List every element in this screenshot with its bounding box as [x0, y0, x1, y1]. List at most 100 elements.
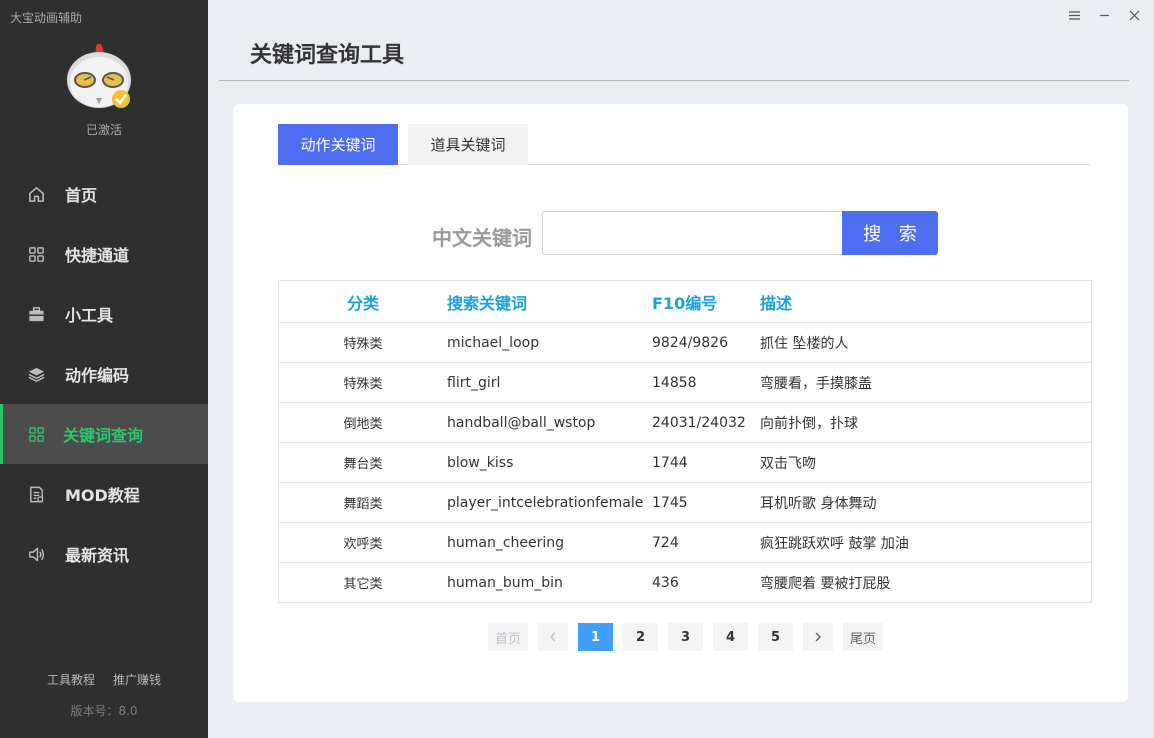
- cell-f10-code: 24031/24032: [652, 414, 746, 431]
- cell-category: 特殊类: [343, 377, 383, 392]
- cell-keyword: human_bum_bin: [447, 574, 563, 591]
- cell-f10-code: 724: [652, 534, 679, 551]
- speaker-icon: [26, 544, 46, 564]
- cell-description: 抓住 坠楼的人: [760, 335, 849, 352]
- cell-keyword: blow_kiss: [447, 454, 514, 471]
- cell-description: 疯狂跳跃欢呼 鼓掌 加油: [760, 535, 909, 552]
- tab-prop-keywords[interactable]: 道具关键词: [408, 124, 528, 165]
- cell-description: 耳机听歌 身体舞动: [760, 495, 877, 512]
- column-header-category: 分类: [346, 293, 379, 313]
- next-page-button[interactable]: [803, 623, 833, 651]
- sidebar-nav: 首页 快捷通道 小工具 动作编码 关键词查询 MOD教程 最新资讯: [0, 164, 208, 584]
- cell-description: 弯腰看，手摸膝盖: [760, 375, 872, 392]
- cell-description: 双击飞吻: [760, 455, 816, 472]
- sidebar-item-label: 动作编码: [65, 366, 130, 385]
- tool-tutorial-link[interactable]: 工具教程: [47, 671, 95, 688]
- minimize-button[interactable]: [1094, 6, 1114, 24]
- cell-keyword: human_cheering: [447, 534, 565, 551]
- chevron-right-icon: [815, 632, 821, 642]
- grid-icon: [26, 244, 46, 264]
- sidebar-item-label: MOD教程: [65, 486, 140, 505]
- cell-category: 倒地类: [343, 417, 383, 432]
- page-button[interactable]: 4: [713, 623, 748, 651]
- table-row[interactable]: 特殊类 michael_loop 9824/9826 抓住 坠楼的人: [279, 322, 1091, 362]
- cell-f10-code: 14858: [652, 374, 697, 391]
- toolbox-icon: [26, 304, 46, 324]
- layers-icon: [26, 364, 46, 384]
- search-input[interactable]: [542, 211, 844, 255]
- first-page-button[interactable]: 首页: [488, 623, 528, 651]
- minimize-icon: [1099, 14, 1109, 16]
- sidebar-item-label: 首页: [65, 186, 98, 205]
- sidebar-item-shortcuts[interactable]: 快捷通道: [0, 224, 208, 284]
- search-button[interactable]: 搜 索: [842, 211, 938, 255]
- table-row[interactable]: 舞蹈类 player_intcelebrationfemale 1745 耳机听…: [279, 482, 1091, 522]
- sidebar-item-label: 关键词查询: [63, 426, 144, 445]
- cell-category: 舞台类: [343, 457, 383, 472]
- home-icon: [26, 184, 46, 204]
- promo-link[interactable]: 推广赚钱: [113, 671, 161, 688]
- keyword-table: 分类 搜索关键词 F10编号 描述 特殊类 michael_loop 9824/…: [278, 280, 1092, 603]
- search-label: 中文关键词: [432, 226, 532, 250]
- page-button[interactable]: 5: [758, 623, 793, 651]
- last-page-button[interactable]: 尾页: [843, 623, 883, 651]
- table-header-row: 分类 搜索关键词 F10编号 描述: [279, 281, 1091, 322]
- close-icon: [1129, 10, 1139, 20]
- sidebar-item-label: 小工具: [65, 306, 114, 325]
- prev-page-button[interactable]: [538, 623, 568, 651]
- sidebar: 大宝动画辅助 已激活 首页 快捷通道 小工具 动作编码 关键词查询 MOD教程 …: [0, 0, 208, 738]
- page-title: 关键词查询工具: [250, 43, 405, 68]
- sidebar-item-keyword-search[interactable]: 关键词查询: [0, 404, 208, 464]
- cell-keyword: michael_loop: [447, 334, 540, 351]
- cell-keyword: player_intcelebrationfemale: [447, 494, 644, 511]
- activation-status: 已激活: [85, 123, 122, 137]
- page-button[interactable]: 2: [623, 623, 658, 651]
- app-title: 大宝动画辅助: [10, 11, 83, 25]
- header-divider: [219, 80, 1129, 81]
- table-row[interactable]: 欢呼类 human_cheering 724 疯狂跳跃欢呼 鼓掌 加油: [279, 522, 1091, 562]
- version-label: 版本号：8.0: [70, 704, 138, 718]
- mascot-logo-icon: [67, 44, 131, 108]
- cell-category: 特殊类: [343, 337, 383, 352]
- cell-description: 弯腰爬着 要被打屁股: [760, 575, 891, 592]
- cell-f10-code: 9824/9826: [652, 334, 728, 351]
- menu-button[interactable]: [1064, 6, 1084, 24]
- column-header-keyword: 搜索关键词: [447, 293, 528, 313]
- cell-category: 欢呼类: [343, 537, 383, 552]
- sidebar-item-news[interactable]: 最新资讯: [0, 524, 208, 584]
- grid-icon: [26, 424, 46, 444]
- tab-action-keywords[interactable]: 动作关键词: [278, 124, 398, 165]
- cell-category: 其它类: [343, 577, 383, 592]
- table-row[interactable]: 倒地类 handball@ball_wstop 24031/24032 向前扑倒…: [279, 402, 1091, 442]
- sidebar-item-home[interactable]: 首页: [0, 164, 208, 224]
- cell-keyword: handball@ball_wstop: [447, 414, 596, 431]
- avatar: [64, 42, 136, 114]
- cell-description: 向前扑倒，扑球: [760, 415, 858, 432]
- close-button[interactable]: [1124, 6, 1144, 24]
- cell-f10-code: 436: [652, 574, 679, 591]
- cell-f10-code: 1744: [652, 454, 688, 471]
- menu-icon: [1068, 10, 1080, 20]
- table-row[interactable]: 特殊类 flirt_girl 14858 弯腰看，手摸膝盖: [279, 362, 1091, 402]
- page-button[interactable]: 1: [578, 623, 613, 651]
- chevron-left-icon: [550, 632, 556, 642]
- sidebar-item-mod-tutorial[interactable]: MOD教程: [0, 464, 208, 524]
- table-row[interactable]: 其它类 human_bum_bin 436 弯腰爬着 要被打屁股: [279, 562, 1091, 602]
- sidebar-item-label: 快捷通道: [65, 246, 130, 265]
- page-button[interactable]: 3: [668, 623, 703, 651]
- sidebar-item-label: 最新资讯: [65, 546, 130, 565]
- window-controls: [1064, 6, 1144, 24]
- column-header-f10-code: F10编号: [652, 293, 718, 313]
- pagination: 首页 1 2 3 4 5 尾页: [488, 623, 893, 651]
- cell-f10-code: 1745: [652, 494, 688, 511]
- cell-keyword: flirt_girl: [447, 374, 501, 391]
- sidebar-footer-links: 工具教程 推广赚钱: [0, 671, 208, 688]
- tab-bar: 动作关键词 道具关键词: [278, 124, 1091, 165]
- table-row[interactable]: 舞台类 blow_kiss 1744 双击飞吻: [279, 442, 1091, 482]
- column-header-description: 描述: [760, 293, 793, 313]
- document-icon: [26, 484, 46, 504]
- sidebar-item-action-codes[interactable]: 动作编码: [0, 344, 208, 404]
- cell-category: 舞蹈类: [343, 497, 383, 512]
- main-card: 动作关键词 道具关键词 中文关键词 搜 索 分类 搜索关键词 F10编号 描述 …: [233, 104, 1128, 702]
- sidebar-item-tools[interactable]: 小工具: [0, 284, 208, 344]
